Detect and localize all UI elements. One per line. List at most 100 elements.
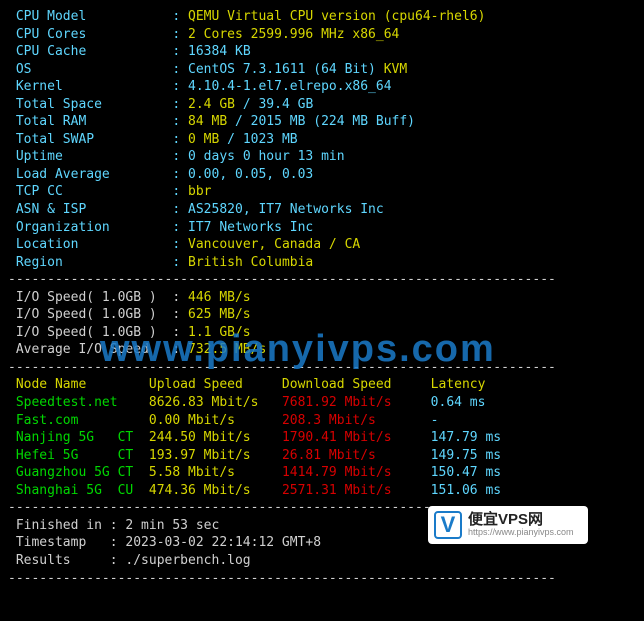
cpu-cache: 16384 KB — [188, 44, 251, 59]
terminal-line: ----------------------------------------… — [8, 570, 636, 588]
io-label: I/O Speed( 1.0GB ) : — [8, 290, 188, 305]
io-value: 732.5 MB/s — [188, 342, 266, 357]
terminal-line: Finished in : 2 min 53 sec — [8, 517, 636, 535]
colon: : — [172, 132, 188, 147]
terminal-line: Timestamp : 2023-03-02 22:14:12 GMT+8 — [8, 534, 636, 552]
latency: 151.06 ms — [431, 483, 501, 498]
speed-header: Node Name Upload Speed Download Speed La… — [8, 377, 485, 392]
upload: 5.58 Mbit/s — [149, 465, 282, 480]
terminal-line: I/O Speed( 1.0GB ) : 1.1 GB/s — [8, 324, 636, 342]
node-name: Shanghai 5G CU — [8, 483, 149, 498]
terminal-line: Fast.com 0.00 Mbit/s 208.3 Mbit/s - — [8, 412, 636, 430]
upload: 0.00 Mbit/s — [149, 413, 282, 428]
latency: 147.79 ms — [431, 430, 501, 445]
asn: AS25820, IT7 Networks Inc — [188, 202, 384, 217]
tcp-cc: bbr — [188, 184, 211, 199]
location: Vancouver, Canada / CA — [188, 237, 360, 252]
colon: : — [172, 44, 188, 59]
cpu-cores: 2 Cores 2599.996 MHz x86_64 — [188, 27, 399, 42]
colon: : — [172, 255, 188, 270]
node-name: Speedtest.net — [8, 395, 149, 410]
terminal-line: Total RAM : 84 MB / 2015 MB (224 MB Buff… — [8, 113, 636, 131]
terminal-line: I/O Speed( 1.0GB ) : 625 MB/s — [8, 306, 636, 324]
download: 7681.92 Mbit/s — [282, 395, 431, 410]
latency: 149.75 ms — [431, 448, 501, 463]
ram-total: / 2015 MB (224 MB Buff) — [227, 114, 415, 129]
node-name: Hefei 5G CT — [8, 448, 149, 463]
colon: : — [172, 62, 188, 77]
io-value: 446 MB/s — [188, 290, 251, 305]
timestamp: Timestamp : 2023-03-02 22:14:12 GMT+8 — [8, 535, 321, 550]
latency: 150.47 ms — [431, 465, 501, 480]
colon: : — [172, 149, 188, 164]
swap-total: / 1023 MB — [219, 132, 297, 147]
divider: ----------------------------------------… — [8, 571, 556, 586]
info-label: CPU Model — [8, 9, 172, 24]
colon: : — [172, 114, 188, 129]
region: British Columbia — [188, 255, 313, 270]
colon: : — [172, 97, 188, 112]
terminal-line: ----------------------------------------… — [8, 499, 636, 517]
info-label: Region — [8, 255, 172, 270]
swap-used: 0 MB — [188, 132, 219, 147]
info-label: CPU Cache — [8, 44, 172, 59]
terminal-line: TCP CC : bbr — [8, 183, 636, 201]
info-label: CPU Cores — [8, 27, 172, 42]
colon: : — [172, 167, 188, 182]
info-label: Kernel — [8, 79, 172, 94]
terminal-line: ----------------------------------------… — [8, 359, 636, 377]
results: Results : ./superbench.log — [8, 553, 251, 568]
terminal-line: Speedtest.net 8626.83 Mbit/s 7681.92 Mbi… — [8, 394, 636, 412]
colon: : — [172, 27, 188, 42]
info-label: OS — [8, 62, 172, 77]
terminal-line: Load Average : 0.00, 0.05, 0.03 — [8, 166, 636, 184]
info-label: Total RAM — [8, 114, 172, 129]
info-label: Total SWAP — [8, 132, 172, 147]
download: 1414.79 Mbit/s — [282, 465, 431, 480]
divider: ----------------------------------------… — [8, 500, 556, 515]
colon: : — [172, 184, 188, 199]
load: 0.00, 0.05, 0.03 — [188, 167, 313, 182]
terminal-line: Total SWAP : 0 MB / 1023 MB — [8, 131, 636, 149]
info-label: Organization — [8, 220, 172, 235]
io-label: Average I/O Speed : — [8, 342, 188, 357]
node-name: Nanjing 5G CT — [8, 430, 149, 445]
divider: ----------------------------------------… — [8, 360, 556, 375]
download: 1790.41 Mbit/s — [282, 430, 431, 445]
terminal-line: Location : Vancouver, Canada / CA — [8, 236, 636, 254]
terminal-line: Average I/O Speed : 732.5 MB/s — [8, 341, 636, 359]
upload: 8626.83 Mbit/s — [149, 395, 282, 410]
io-label: I/O Speed( 1.0GB ) : — [8, 307, 188, 322]
os: CentOS 7.3.1611 (64 Bit) — [188, 62, 376, 77]
finished: Finished in : 2 min 53 sec — [8, 518, 219, 533]
info-label: Location — [8, 237, 172, 252]
upload: 474.36 Mbit/s — [149, 483, 282, 498]
terminal-line: Nanjing 5G CT 244.50 Mbit/s 1790.41 Mbit… — [8, 429, 636, 447]
latency: - — [431, 413, 439, 428]
terminal-line: Total Space : 2.4 GB / 39.4 GB — [8, 96, 636, 114]
terminal-line: CPU Cores : 2 Cores 2599.996 MHz x86_64 — [8, 26, 636, 44]
ram-used: 84 MB — [188, 114, 227, 129]
terminal-line: Region : British Columbia — [8, 254, 636, 272]
download: 26.81 Mbit/s — [282, 448, 431, 463]
kernel: 4.10.4-1.el7.elrepo.x86_64 — [188, 79, 392, 94]
info-label: ASN & ISP — [8, 202, 172, 217]
terminal-line: Hefei 5G CT 193.97 Mbit/s 26.81 Mbit/s 1… — [8, 447, 636, 465]
space-used: 2.4 GB — [188, 97, 235, 112]
download: 2571.31 Mbit/s — [282, 483, 431, 498]
space-total: / 39.4 GB — [235, 97, 313, 112]
colon: : — [172, 79, 188, 94]
colon: : — [172, 220, 188, 235]
node-name: Fast.com — [8, 413, 149, 428]
terminal-line: Shanghai 5G CU 474.36 Mbit/s 2571.31 Mbi… — [8, 482, 636, 500]
terminal-line: CPU Cache : 16384 KB — [8, 43, 636, 61]
download: 208.3 Mbit/s — [282, 413, 431, 428]
terminal-line: Guangzhou 5G CT 5.58 Mbit/s 1414.79 Mbit… — [8, 464, 636, 482]
terminal-line: Node Name Upload Speed Download Speed La… — [8, 376, 636, 394]
colon: : — [172, 237, 188, 252]
org: IT7 Networks Inc — [188, 220, 313, 235]
terminal-line: CPU Model : QEMU Virtual CPU version (cp… — [8, 8, 636, 26]
terminal-line: Uptime : 0 days 0 hour 13 min — [8, 148, 636, 166]
upload: 193.97 Mbit/s — [149, 448, 282, 463]
terminal-line: OS : CentOS 7.3.1611 (64 Bit) KVM — [8, 61, 636, 79]
